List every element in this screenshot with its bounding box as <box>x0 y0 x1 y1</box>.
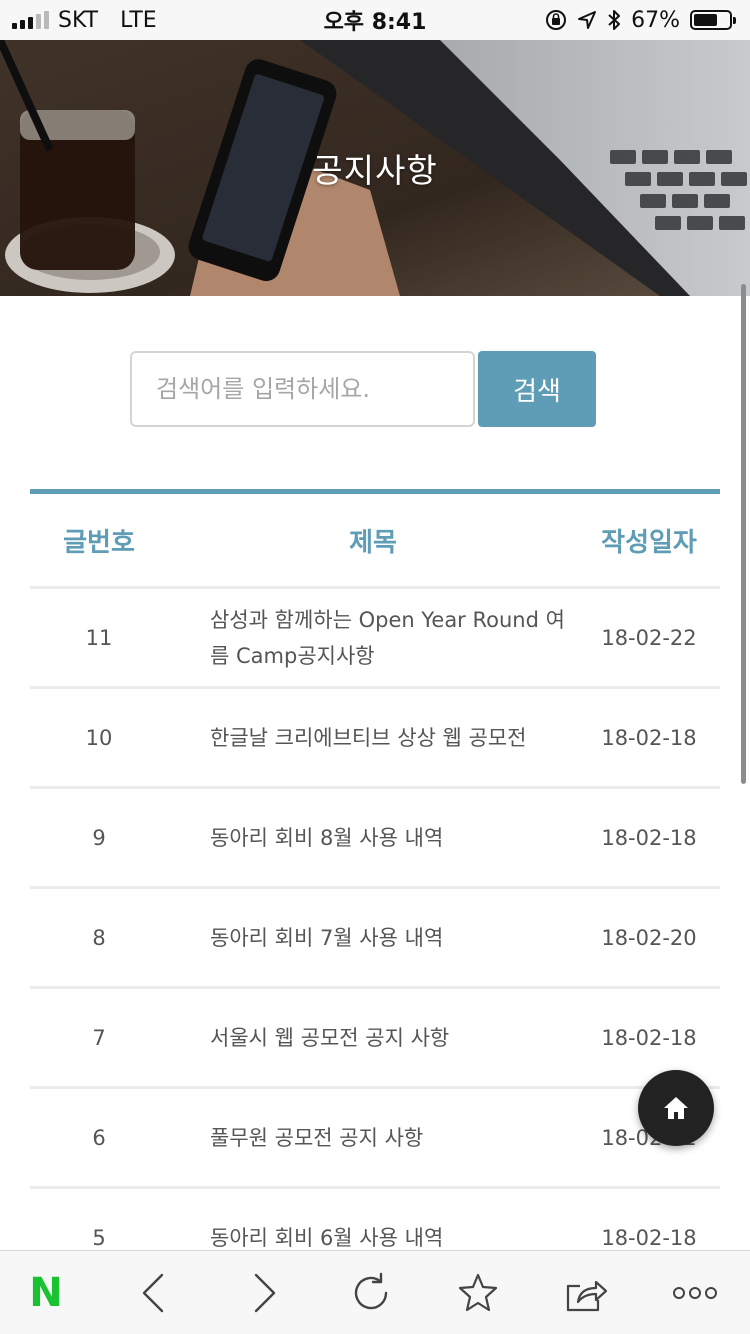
back-icon <box>142 1273 164 1313</box>
forward-icon <box>254 1273 276 1313</box>
bookmark-star-icon <box>458 1273 498 1312</box>
bookmark-button[interactable] <box>456 1271 500 1315</box>
share-button[interactable] <box>564 1271 608 1315</box>
browser-toolbar: N <box>0 1250 750 1334</box>
row-number: 5 <box>92 1225 106 1250</box>
row-date: 18-02-22 <box>601 625 697 650</box>
row-number: 9 <box>92 825 106 850</box>
naver-logo: N <box>29 1270 63 1316</box>
row-title-link[interactable]: 삼성과 함께하는 Open Year Round 여름 Camp공지사항 <box>168 602 578 674</box>
orientation-lock-icon <box>546 10 567 30</box>
home-icon <box>664 1097 688 1119</box>
notice-table: 글번호 제목 작성일자 11 삼성과 함께하는 Open Year Round … <box>30 489 720 1289</box>
battery-level <box>694 14 717 26</box>
row-title-link[interactable]: 동아리 회비 7월 사용 내역 <box>168 920 578 956</box>
more-button[interactable] <box>672 1271 718 1315</box>
home-button[interactable] <box>638 1070 714 1146</box>
row-number: 8 <box>92 925 106 950</box>
header-number: 글번호 <box>63 527 135 558</box>
signal-strength-icon <box>12 11 49 29</box>
network-type: LTE <box>120 7 157 33</box>
bluetooth-icon <box>608 10 621 30</box>
row-date: 18-02-20 <box>601 925 697 950</box>
battery-icon <box>690 10 736 30</box>
header-date: 작성일자 <box>601 527 697 558</box>
carrier-label: SKT <box>58 7 99 33</box>
row-number: 11 <box>85 625 113 650</box>
location-arrow-icon <box>578 11 597 29</box>
table-row[interactable]: 7 서울시 웹 공모전 공지 사항 18-02-18 <box>30 989 720 1089</box>
back-button[interactable] <box>131 1271 175 1315</box>
row-title-link[interactable]: 한글날 크리에브티브 상상 웹 공모전 <box>168 720 578 756</box>
search-input[interactable] <box>130 351 475 427</box>
row-title-link[interactable]: 서울시 웹 공모전 공지 사항 <box>168 1020 578 1056</box>
page-title: 공지사항 <box>312 151 438 190</box>
table-row[interactable]: 8 동아리 회비 7월 사용 내역 18-02-20 <box>30 889 720 989</box>
table-row[interactable]: 11 삼성과 함께하는 Open Year Round 여름 Camp공지사항 … <box>30 589 720 689</box>
row-date: 18-02-18 <box>601 1225 697 1250</box>
hero-banner: 공지사항 <box>0 40 750 296</box>
table-header: 글번호 제목 작성일자 <box>30 494 720 589</box>
row-number: 10 <box>85 725 113 750</box>
table-row[interactable]: 9 동아리 회비 8월 사용 내역 18-02-18 <box>30 789 720 889</box>
row-date: 18-02-18 <box>601 825 697 850</box>
page-scrollbar[interactable] <box>741 284 746 784</box>
table-row[interactable]: 6 풀무원 공모전 공지 사항 18-02-22 <box>30 1089 720 1189</box>
row-date: 18-02-18 <box>601 1025 697 1050</box>
header-title: 제목 <box>349 527 397 558</box>
battery-percent: 67% <box>631 7 680 33</box>
share-icon <box>566 1280 608 1312</box>
reload-icon <box>354 1272 388 1310</box>
row-number: 6 <box>92 1125 106 1150</box>
row-date: 18-02-18 <box>601 725 697 750</box>
forward-button[interactable] <box>243 1271 287 1315</box>
naver-home-button[interactable]: N <box>24 1271 68 1315</box>
status-bar: SKT LTE 오후 8:41 67% <box>0 0 750 40</box>
row-title-link[interactable]: 풀무원 공모전 공지 사항 <box>168 1120 578 1156</box>
reload-button[interactable] <box>349 1271 393 1315</box>
more-icon <box>673 1287 717 1299</box>
status-right: 67% <box>545 0 736 40</box>
table-row[interactable]: 10 한글날 크리에브티브 상상 웹 공모전 18-02-18 <box>30 689 720 789</box>
row-number: 7 <box>92 1025 106 1050</box>
row-title-link[interactable]: 동아리 회비 8월 사용 내역 <box>168 820 578 856</box>
search-button[interactable]: 검색 <box>478 351 596 427</box>
